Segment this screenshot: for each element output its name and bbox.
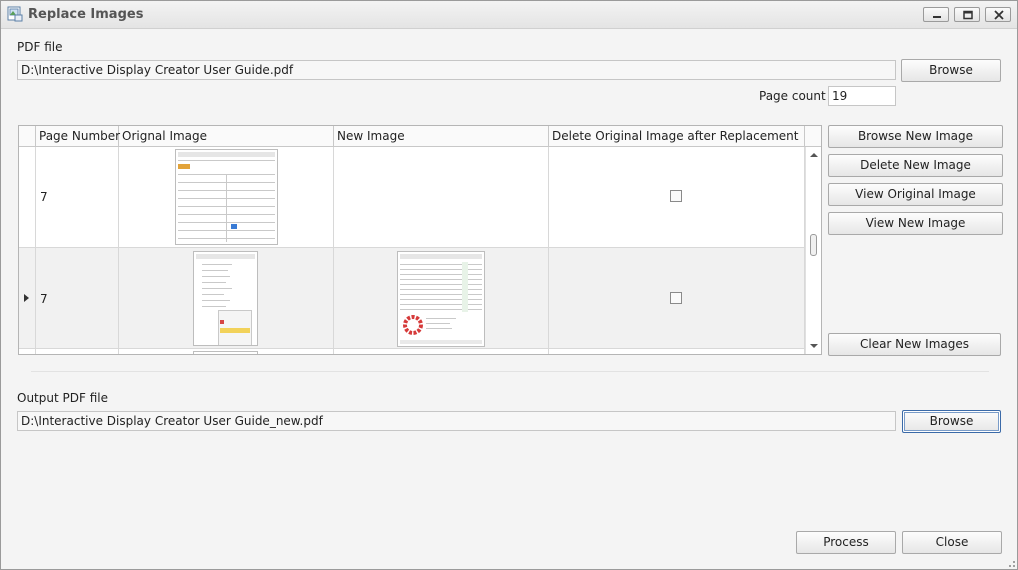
table-row-partial[interactable]	[19, 349, 805, 354]
row-indicator	[19, 147, 36, 247]
table-vertical-scrollbar[interactable]	[805, 147, 821, 354]
table-row[interactable]: 7	[19, 147, 805, 248]
properties-panel-thumbnail[interactable]	[175, 149, 278, 245]
close-window-button[interactable]	[985, 7, 1011, 22]
new-image-cell[interactable]	[334, 248, 549, 348]
output-pdf-input[interactable]: D:\Interactive Display Creator User Guid…	[17, 411, 896, 431]
pdf-browse-button[interactable]: Browse	[901, 59, 1001, 82]
delete-original-checkbox[interactable]	[670, 292, 682, 304]
images-table: Page Number Orignal Image New Image Dele…	[18, 125, 822, 355]
column-header-new-image[interactable]: New Image	[334, 126, 549, 147]
replace-images-dialog: Replace Images PDF file D:\Interactive D…	[0, 0, 1018, 570]
original-image-cell[interactable]	[119, 147, 334, 247]
pdf-file-input[interactable]: D:\Interactive Display Creator User Guid…	[17, 60, 896, 80]
image-app-icon	[7, 6, 23, 22]
column-header-delete-original[interactable]: Delete Original Image after Replacement	[549, 126, 805, 147]
section-divider	[31, 371, 989, 372]
table-chart-thumbnail[interactable]	[397, 251, 485, 347]
tree-menu-thumbnail[interactable]	[193, 251, 258, 346]
column-header-original-image[interactable]: Orignal Image	[119, 126, 334, 147]
resize-grip-icon[interactable]	[1005, 557, 1017, 569]
page-number-cell[interactable]: 7	[36, 248, 119, 348]
page-number-value: 7	[40, 190, 48, 204]
output-browse-button[interactable]: Browse	[902, 410, 1001, 433]
page-count-field[interactable]: 19	[828, 86, 896, 106]
new-image-cell	[334, 349, 549, 354]
delete-original-cell	[549, 349, 805, 354]
delete-new-image-button[interactable]: Delete New Image	[828, 154, 1003, 177]
clear-new-images-button[interactable]: Clear New Images	[828, 333, 1001, 356]
output-pdf-label: Output PDF file	[17, 391, 108, 405]
page-number-cell[interactable]: 7	[36, 147, 119, 247]
delete-original-checkbox[interactable]	[670, 190, 682, 202]
scroll-up-icon[interactable]	[810, 152, 818, 158]
window-title: Replace Images	[28, 7, 144, 22]
minimize-icon	[933, 16, 941, 18]
close-icon	[994, 10, 1004, 20]
scroll-down-icon[interactable]	[810, 343, 818, 349]
original-image-cell	[119, 349, 334, 354]
process-button[interactable]: Process	[796, 531, 896, 554]
row-indicator-header	[19, 126, 36, 147]
pdf-file-label: PDF file	[17, 40, 63, 54]
page-count-label: Page count	[759, 89, 826, 103]
scrollbar-thumb[interactable]	[810, 234, 817, 256]
close-button[interactable]: Close	[902, 531, 1002, 554]
maximize-icon	[963, 10, 973, 20]
maximize-button[interactable]	[954, 7, 980, 22]
delete-original-cell[interactable]	[549, 248, 805, 348]
view-new-image-button[interactable]: View New Image	[828, 212, 1003, 235]
original-image-cell[interactable]	[119, 248, 334, 348]
browse-new-image-button[interactable]: Browse New Image	[828, 125, 1003, 148]
table-header: Page Number Orignal Image New Image Dele…	[19, 126, 821, 147]
page-number-value: 7	[40, 292, 48, 306]
table-row[interactable]: 7	[19, 248, 805, 349]
page-number-cell	[36, 349, 119, 354]
view-original-image-button[interactable]: View Original Image	[828, 183, 1003, 206]
row-indicator	[19, 349, 36, 354]
minimize-button[interactable]	[923, 7, 949, 22]
title-bar: Replace Images	[1, 1, 1017, 29]
delete-original-cell[interactable]	[549, 147, 805, 247]
column-header-page-number[interactable]: Page Number	[36, 126, 120, 147]
new-image-cell[interactable]	[334, 147, 549, 247]
row-indicator	[19, 248, 36, 348]
current-row-arrow-icon	[24, 294, 29, 302]
partial-image-thumbnail	[193, 351, 258, 354]
